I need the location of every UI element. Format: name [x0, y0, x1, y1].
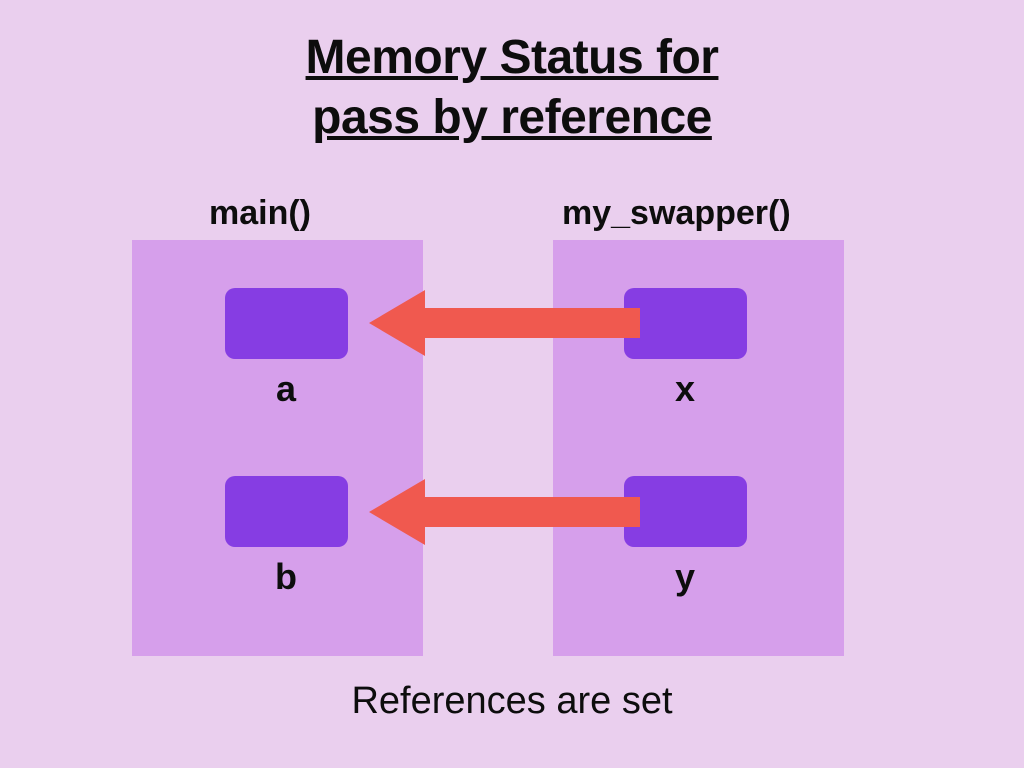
var-label-a: a: [266, 368, 306, 410]
var-label-y: y: [665, 556, 705, 598]
reference-arrow-y-to-b: [369, 479, 640, 545]
diagram-caption: References are set: [0, 680, 1024, 723]
diagram-title: Memory Status for pass by reference: [0, 0, 1024, 148]
var-label-b: b: [266, 556, 306, 598]
function-label-my-swapper: my_swapper(): [562, 194, 791, 233]
title-line-1: Memory Status for: [306, 31, 719, 84]
memory-cell-a: [225, 288, 348, 359]
memory-cell-b: [225, 476, 348, 547]
memory-cell-x: [624, 288, 747, 359]
title-line-2: pass by reference: [312, 91, 712, 144]
memory-cell-y: [624, 476, 747, 547]
reference-arrow-x-to-a: [369, 290, 640, 356]
var-label-x: x: [665, 368, 705, 410]
function-label-main: main(): [209, 194, 311, 233]
